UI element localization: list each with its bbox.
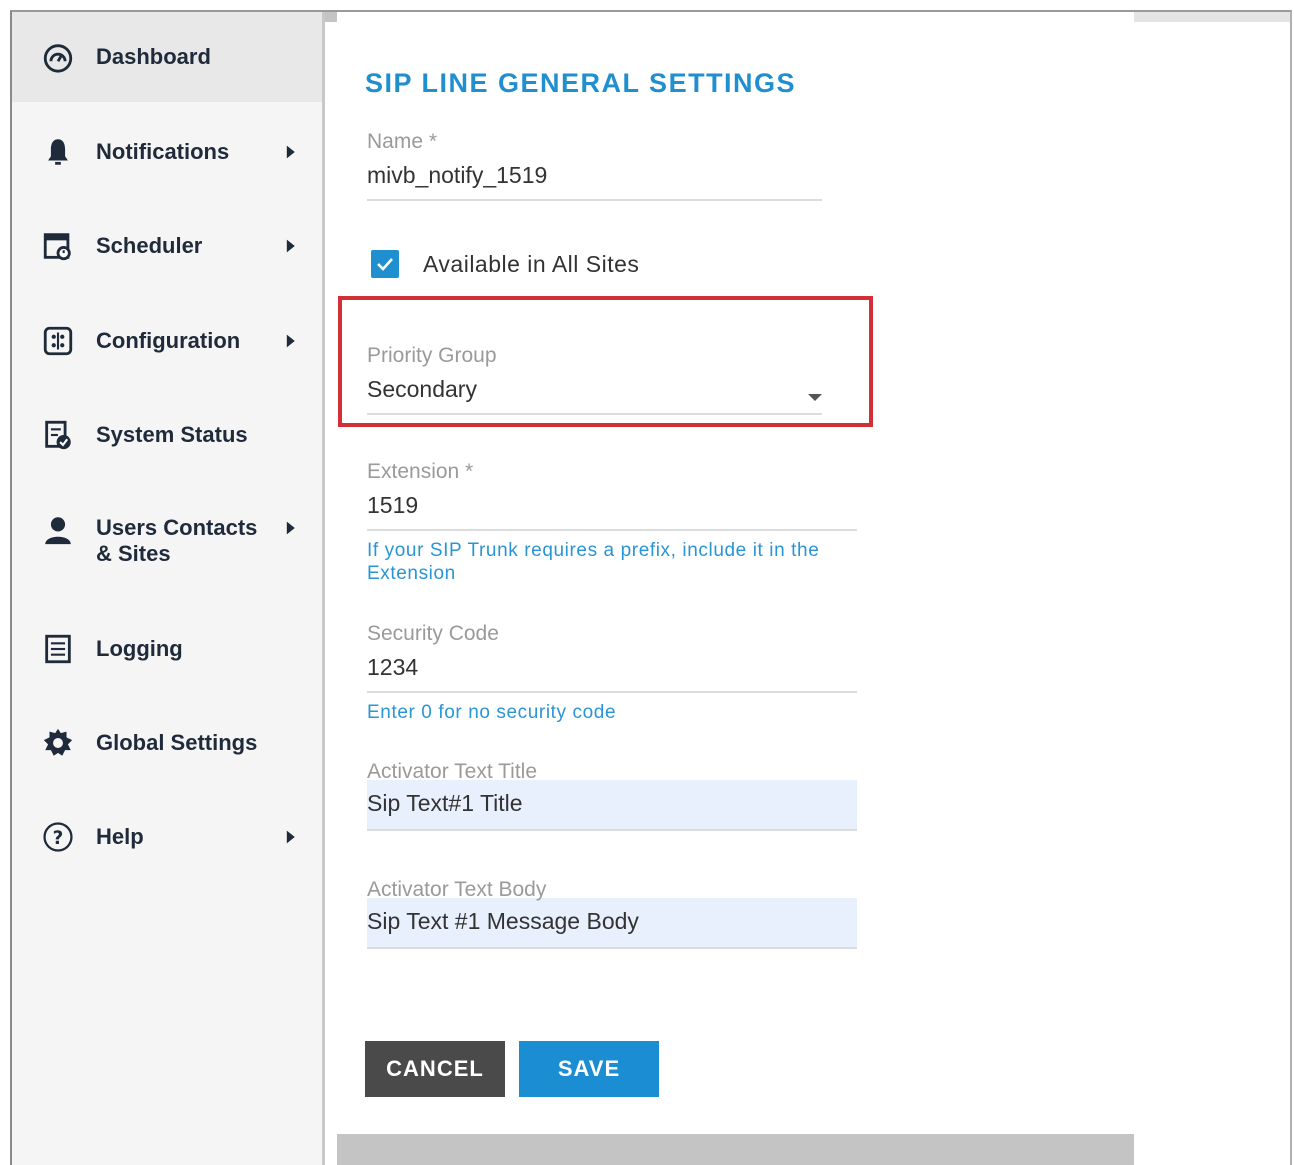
extension-field[interactable]: Extension * 1519 If your SIP Trunk requi… [367,460,857,585]
sidebar-item-label: Dashboard [96,44,211,69]
sidebar-item-label-line2: & Sites [96,541,171,566]
bottom-bar [337,1134,1134,1165]
sidebar-item-label: Configuration [96,328,241,353]
user-icon [40,512,76,548]
sidebar-item-users-contacts-sites[interactable]: Users Contacts & Sites [12,492,322,587]
available-all-sites-row[interactable]: Available in All Sites [371,250,639,278]
sidebar-item-help[interactable]: ? Help [12,797,322,877]
extension-hint: If your SIP Trunk requires a prefix, inc… [367,540,820,584]
main-panel: SIP LINE GENERAL SETTINGS Name * mivb_no… [337,12,1134,1165]
security-code-input[interactable]: 1234 [367,654,857,693]
dashboard-gauge-icon [40,39,76,75]
extension-label: Extension * [367,460,474,483]
sidebar-item-label: Help [96,824,144,849]
extension-input[interactable]: 1519 [367,492,857,531]
chevron-right-icon [286,239,295,253]
chevron-right-icon [286,334,295,348]
security-code-hint: Enter 0 for no security code [367,702,617,723]
sidebar-item-configuration[interactable]: Configuration [12,301,322,381]
sidebar-item-label: Notifications [96,139,230,164]
svg-text:?: ? [53,828,64,849]
app-window: Dashboard Notifications Scheduler Config… [10,10,1292,1165]
security-code-field[interactable]: Security Code 1234 Enter 0 for no securi… [367,622,857,724]
sidebar-item-label: System Status [96,422,248,447]
priority-group-label: Priority Group [367,344,497,367]
sidebar-item-scheduler[interactable]: Scheduler [12,206,322,286]
sidebar-item-global-settings[interactable]: Global Settings [12,703,322,783]
available-all-sites-checkbox[interactable] [371,250,399,278]
save-button[interactable]: SAVE [519,1041,659,1097]
checkmark-icon [377,258,393,271]
name-field[interactable]: Name * mivb_notify_1519 [367,130,822,201]
sidebar-item-label: Global Settings [96,730,258,755]
top-right-border [1134,12,1290,22]
chevron-right-icon [286,521,295,535]
sidebar-item-system-status[interactable]: System Status [12,395,322,475]
sidebar-item-label: Users Contacts [96,515,258,540]
activator-text-title-input[interactable]: Sip Text#1 Title [367,780,857,831]
sidebar-item-label: Scheduler [96,233,203,258]
sidebar-item-label: Logging [96,636,183,661]
name-label: Name * [367,130,438,153]
sidebar: Dashboard Notifications Scheduler Config… [12,12,325,1165]
available-all-sites-label: Available in All Sites [423,250,640,277]
calendar-clock-icon [40,228,76,264]
chevron-right-icon [286,830,295,844]
priority-group-value[interactable]: Secondary [367,376,822,415]
sidebar-item-dashboard[interactable]: Dashboard [12,12,322,102]
cancel-button[interactable]: CANCEL [365,1041,505,1097]
priority-group-select[interactable]: Priority Group Secondary [367,344,822,415]
caret-down-icon[interactable] [808,394,822,402]
log-list-icon [40,631,76,667]
chevron-right-icon [286,145,295,159]
configuration-icon [40,323,76,359]
sidebar-item-notifications[interactable]: Notifications [12,112,322,192]
security-code-label: Security Code [367,622,499,645]
activator-text-body-field[interactable]: Activator Text Body Sip Text #1 Message … [367,878,857,949]
help-icon: ? [40,819,76,855]
gear-icon [40,725,76,761]
sidebar-item-logging[interactable]: Logging [12,609,322,689]
system-status-icon [40,417,76,453]
activator-text-title-field[interactable]: Activator Text Title Sip Text#1 Title [367,760,857,831]
activator-text-body-input[interactable]: Sip Text #1 Message Body [367,898,857,949]
page-title: SIP LINE GENERAL SETTINGS [365,68,797,98]
bell-icon [40,134,76,170]
name-input[interactable]: mivb_notify_1519 [367,162,822,201]
